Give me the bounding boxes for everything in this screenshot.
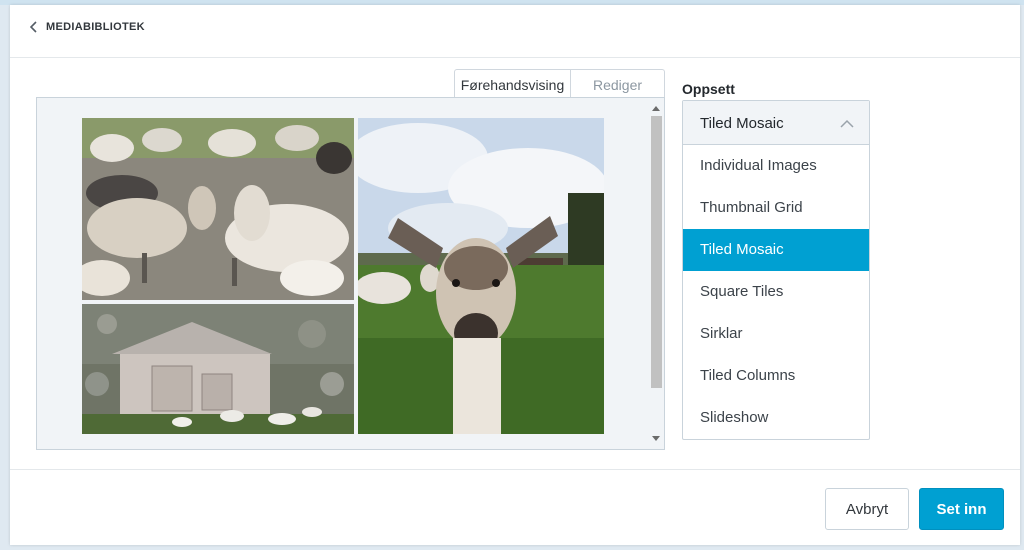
back-to-media-library-link[interactable]: MEDIABIBLIOTEK [30,21,145,33]
scrollbar-thumb[interactable] [651,116,662,388]
goat-herd-photo [82,118,354,300]
scroll-down-icon[interactable] [652,436,660,441]
chevron-up-icon [840,115,854,133]
layout-select[interactable]: Tiled Mosaic Individual Images Thumbnail… [682,100,870,440]
layout-select-toggle[interactable]: Tiled Mosaic [683,101,869,145]
layout-selected-value: Tiled Mosaic [700,115,784,132]
modal-footer: Avbryt Set inn [10,469,1020,546]
modal-header: MEDIABIBLIOTEK [10,5,1020,58]
cancel-button[interactable]: Avbryt [825,488,909,530]
tab-preview[interactable]: Førehandsvising [454,69,571,100]
layout-option-sirklar[interactable]: Sirklar [683,313,869,355]
goat-closeup-photo [358,118,604,434]
preview-scrollbar[interactable] [648,98,664,449]
gallery-preview [36,97,665,450]
layout-label: Oppsett [682,81,735,97]
back-label: MEDIABIBLIOTEK [46,21,145,33]
barn-photo [82,304,354,434]
tab-edit[interactable]: Rediger [571,69,665,99]
chevron-left-icon [30,21,38,33]
layout-option-square-tiles[interactable]: Square Tiles [683,271,869,313]
layout-option-tiled-mosaic[interactable]: Tiled Mosaic [683,229,869,271]
layout-option-tiled-columns[interactable]: Tiled Columns [683,355,869,397]
insert-button[interactable]: Set inn [919,488,1004,530]
layout-option-individual-images[interactable]: Individual Images [683,145,869,187]
layout-option-thumbnail-grid[interactable]: Thumbnail Grid [683,187,869,229]
scroll-up-icon[interactable] [652,106,660,111]
gallery-settings-modal: MEDIABIBLIOTEK Førehandsvising Rediger O… [10,5,1020,545]
layout-option-slideshow[interactable]: Slideshow [683,397,869,439]
preview-tabs: Førehandsvising Rediger [454,69,665,100]
